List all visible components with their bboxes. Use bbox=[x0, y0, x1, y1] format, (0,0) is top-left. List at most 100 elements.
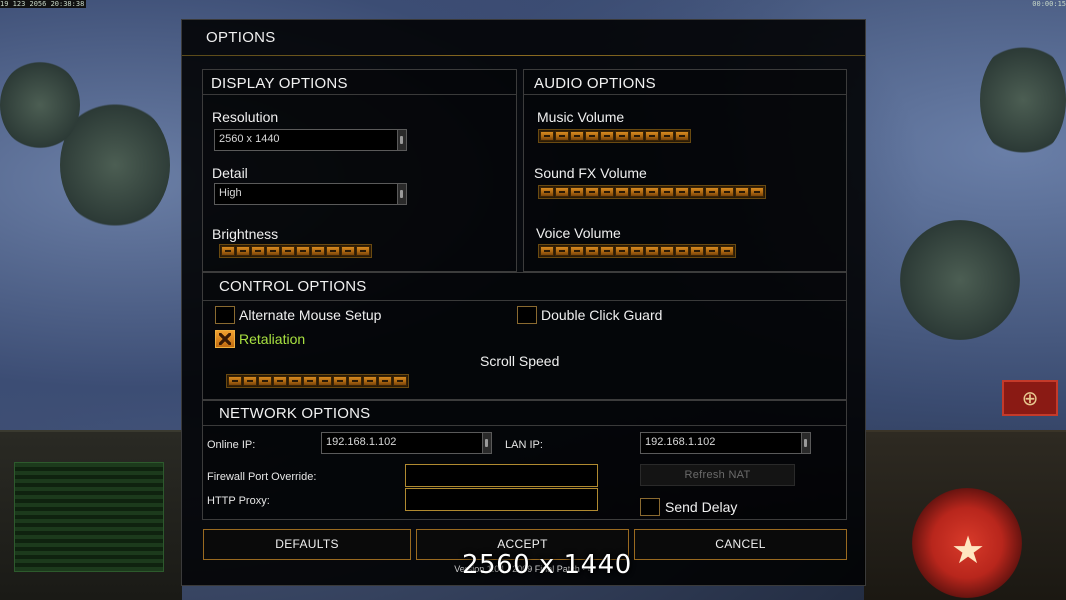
alternate-mouse-checkbox[interactable] bbox=[215, 306, 235, 324]
slider-segment[interactable] bbox=[540, 187, 554, 197]
slider-segment[interactable] bbox=[540, 131, 554, 141]
slider-segment[interactable] bbox=[540, 246, 554, 256]
online-ip-label: Online IP: bbox=[207, 439, 256, 451]
detail-select[interactable]: High bbox=[214, 183, 407, 205]
slider-segment[interactable] bbox=[288, 376, 302, 386]
slider-segment[interactable] bbox=[356, 246, 370, 256]
slider-segment[interactable] bbox=[570, 246, 584, 256]
slider-segment[interactable] bbox=[675, 187, 689, 197]
lan-ip-select[interactable]: 192.168.1.102 bbox=[640, 432, 811, 454]
slider-segment[interactable] bbox=[555, 246, 569, 256]
slider-segment[interactable] bbox=[585, 131, 599, 141]
slider-segment[interactable] bbox=[660, 246, 674, 256]
snowy-tree bbox=[0, 60, 80, 150]
slider-segment[interactable] bbox=[303, 376, 317, 386]
title-divider bbox=[182, 55, 865, 56]
lan-ip-label: LAN IP: bbox=[505, 439, 543, 451]
online-ip-select[interactable]: 192.168.1.102 bbox=[321, 432, 492, 454]
slider-segment[interactable] bbox=[273, 376, 287, 386]
slider-segment[interactable] bbox=[705, 246, 719, 256]
slider-segment[interactable] bbox=[393, 376, 407, 386]
slider-segment[interactable] bbox=[645, 246, 659, 256]
slider-segment[interactable] bbox=[243, 376, 257, 386]
resolution-value: 2560 x 1440 bbox=[219, 133, 280, 145]
slider-segment[interactable] bbox=[690, 187, 704, 197]
retaliation-checkbox[interactable] bbox=[215, 330, 235, 348]
slider-segment[interactable] bbox=[251, 246, 265, 256]
slider-segment[interactable] bbox=[690, 246, 704, 256]
snowy-tree bbox=[900, 220, 1020, 340]
slider-segment[interactable] bbox=[750, 187, 764, 197]
slider-segment[interactable] bbox=[660, 131, 674, 141]
slider-segment[interactable] bbox=[281, 246, 295, 256]
slider-segment[interactable] bbox=[326, 246, 340, 256]
refresh-nat-button[interactable]: Refresh NAT bbox=[640, 464, 795, 486]
double-click-guard-checkbox[interactable] bbox=[517, 306, 537, 324]
slider-segment[interactable] bbox=[630, 246, 644, 256]
slider-segment[interactable] bbox=[348, 376, 362, 386]
send-delay-checkbox[interactable] bbox=[640, 498, 660, 516]
dropdown-arrow-icon[interactable] bbox=[482, 433, 491, 453]
audio-options-heading: AUDIO OPTIONS bbox=[534, 75, 656, 92]
slider-segment[interactable] bbox=[221, 246, 235, 256]
slider-segment[interactable] bbox=[266, 246, 280, 256]
display-options-panel: DISPLAY OPTIONS Resolution 2560 x 1440 D… bbox=[202, 69, 517, 272]
slider-segment[interactable] bbox=[236, 246, 250, 256]
brightness-slider[interactable] bbox=[219, 244, 372, 258]
firewall-port-input[interactable] bbox=[405, 464, 598, 487]
music-volume-label: Music Volume bbox=[537, 109, 625, 125]
slider-segment[interactable] bbox=[645, 187, 659, 197]
slider-segment[interactable] bbox=[296, 246, 310, 256]
slider-segment[interactable] bbox=[630, 187, 644, 197]
slider-segment[interactable] bbox=[555, 187, 569, 197]
slider-segment[interactable] bbox=[675, 131, 689, 141]
voice-volume-slider[interactable] bbox=[538, 244, 736, 258]
cancel-button[interactable]: CANCEL bbox=[634, 529, 847, 560]
slider-segment[interactable] bbox=[660, 187, 674, 197]
detail-value: High bbox=[219, 187, 242, 199]
scroll-speed-slider[interactable] bbox=[226, 374, 409, 388]
http-proxy-input[interactable] bbox=[405, 488, 598, 511]
slider-segment[interactable] bbox=[720, 246, 734, 256]
music-volume-slider[interactable] bbox=[538, 129, 691, 143]
slider-segment[interactable] bbox=[258, 376, 272, 386]
slider-segment[interactable] bbox=[600, 246, 614, 256]
slider-segment[interactable] bbox=[600, 187, 614, 197]
control-options-heading: CONTROL OPTIONS bbox=[219, 278, 367, 295]
resolution-select[interactable]: 2560 x 1440 bbox=[214, 129, 407, 151]
slider-segment[interactable] bbox=[720, 187, 734, 197]
sound-fx-volume-slider[interactable] bbox=[538, 185, 766, 199]
dropdown-arrow-icon[interactable] bbox=[397, 130, 406, 150]
dropdown-arrow-icon[interactable] bbox=[397, 184, 406, 204]
slider-segment[interactable] bbox=[645, 131, 659, 141]
slider-segment[interactable] bbox=[570, 131, 584, 141]
slider-segment[interactable] bbox=[318, 376, 332, 386]
slider-segment[interactable] bbox=[585, 246, 599, 256]
defaults-button[interactable]: DEFAULTS bbox=[203, 529, 411, 560]
slider-segment[interactable] bbox=[363, 376, 377, 386]
slider-segment[interactable] bbox=[615, 131, 629, 141]
slider-segment[interactable] bbox=[630, 131, 644, 141]
radar-icon[interactable]: ⊕ bbox=[1002, 380, 1058, 416]
star-icon: ★ bbox=[950, 528, 986, 572]
slider-segment[interactable] bbox=[570, 187, 584, 197]
fps-counter: 19 123 2056 20:38:38 bbox=[0, 0, 86, 8]
slider-segment[interactable] bbox=[735, 187, 749, 197]
minimap[interactable] bbox=[14, 462, 164, 572]
slider-segment[interactable] bbox=[341, 246, 355, 256]
slider-segment[interactable] bbox=[585, 187, 599, 197]
slider-segment[interactable] bbox=[615, 246, 629, 256]
slider-segment[interactable] bbox=[705, 187, 719, 197]
slider-segment[interactable] bbox=[378, 376, 392, 386]
slider-segment[interactable] bbox=[311, 246, 325, 256]
slider-segment[interactable] bbox=[333, 376, 347, 386]
online-ip-value: 192.168.1.102 bbox=[326, 436, 397, 448]
lan-ip-value: 192.168.1.102 bbox=[645, 436, 716, 448]
slider-segment[interactable] bbox=[615, 187, 629, 197]
divider bbox=[524, 94, 846, 95]
slider-segment[interactable] bbox=[228, 376, 242, 386]
slider-segment[interactable] bbox=[600, 131, 614, 141]
slider-segment[interactable] bbox=[555, 131, 569, 141]
slider-segment[interactable] bbox=[675, 246, 689, 256]
dropdown-arrow-icon[interactable] bbox=[801, 433, 810, 453]
